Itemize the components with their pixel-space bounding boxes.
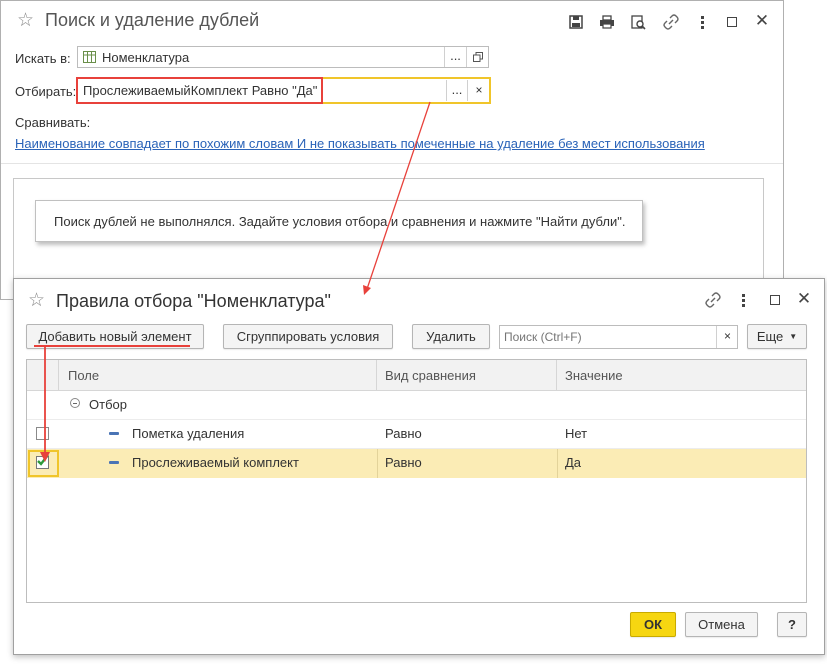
row-comparison: Равно [385,426,422,441]
row-value: Да [565,455,582,470]
more-button[interactable]: Еще ▼ [747,324,807,349]
preview-icon[interactable] [629,13,647,31]
table-row[interactable]: Отбор [27,390,806,420]
filter-rules-dialog: ☆ Правила отбора "Номенклатура" ✕ Добави… [13,278,825,655]
search-in-field[interactable]: Номенклатура ... [77,46,489,68]
star-icon[interactable]: ☆ [28,289,45,312]
table-header: Поле Вид сравнения Значение [27,360,806,391]
cell-divider [557,449,558,478]
header-comparison[interactable]: Вид сравнения [377,360,557,390]
filter-clear-button[interactable]: × [467,80,490,101]
print-icon[interactable] [598,13,616,31]
open-icon[interactable] [466,47,489,67]
filter-table: Поле Вид сравнения Значение Отбор Пометк… [26,359,807,603]
help-button[interactable]: ? [777,612,807,637]
clear-icon: × [723,329,731,343]
header-value[interactable]: Значение [557,360,806,390]
table-icon [83,51,96,66]
close-icon[interactable]: ✕ [753,11,771,30]
delete-label: Удалить [426,329,476,344]
divider [1,163,783,164]
save-icon[interactable] [567,13,585,31]
search-in-value: Номенклатура [102,50,190,65]
row-value: Нет [565,426,588,441]
row-checkbox-checked[interactable] [36,454,49,469]
close-icon[interactable]: ✕ [795,289,813,308]
ellipsis-label: ... [451,82,463,97]
link-icon[interactable] [662,13,680,31]
ok-button[interactable]: ОК [630,612,676,637]
search-clear-button[interactable]: × [716,326,738,348]
search-input[interactable] [502,327,716,347]
ok-label: ОК [643,617,663,632]
link-icon[interactable] [704,291,722,309]
dialog-title: Правила отбора "Номенклатура" [56,291,331,311]
group-label: Отбор [89,397,127,412]
ellipsis-label: ... [450,48,461,63]
compare-label: Сравнивать: [15,115,91,130]
message-box: Поиск дублей не выполнялся. Задайте усло… [35,200,643,242]
delete-button[interactable]: Удалить [412,324,490,349]
row-checkbox[interactable] [36,427,49,440]
row-field: Прослеживаемый комплект [132,455,299,470]
more-label: Еще [756,329,784,344]
main-window: ☆ Поиск и удаление дублей ✕ Искать в: Но… [0,0,784,300]
row-comparison: Равно [385,455,422,470]
filter-select-button[interactable]: ... [446,80,467,101]
cancel-button[interactable]: Отмена [685,612,758,637]
cell-divider [377,449,378,478]
table-row-selected[interactable]: Прослеживаемый комплект Равно Да [27,449,806,478]
row-field: Пометка удаления [132,426,245,441]
help-label: ? [788,617,796,632]
filter-field[interactable]: ПрослеживаемыйКомплект Равно "Да" ... × [76,77,491,104]
window-title: Поиск и удаление дублей [45,10,260,30]
search-in-label: Искать в: [15,51,71,66]
more-icon[interactable] [693,13,711,31]
header-check [27,360,59,390]
chevron-down-icon: ▼ [789,332,798,341]
group-conditions-button[interactable]: Сгруппировать условия [223,324,393,349]
filter-value: ПрослеживаемыйКомплект Равно "Да" [83,83,318,98]
minus-icon [109,432,119,435]
more-icon[interactable] [734,291,752,309]
maximize-icon[interactable] [723,13,741,31]
compare-link[interactable]: Наименование совпадает по похожим словам… [15,136,705,151]
cancel-label: Отмена [698,617,745,632]
add-underline [34,345,190,347]
maximize-icon[interactable] [766,291,784,309]
group-conditions-label: Сгруппировать условия [236,329,380,344]
table-row[interactable]: Пометка удаления Равно Нет [27,420,806,449]
search-in-select-button[interactable]: ... [444,47,466,67]
collapse-icon[interactable] [70,398,80,408]
message-text: Поиск дублей не выполнялся. Задайте усло… [54,214,626,229]
filter-label: Отбирать: [15,84,77,99]
header-field[interactable]: Поле [59,360,377,390]
add-element-label: Добавить новый элемент [38,329,192,344]
clear-icon: × [475,83,483,97]
minus-icon [109,461,119,464]
star-icon[interactable]: ☆ [17,9,34,32]
search-field[interactable]: × [499,325,738,349]
